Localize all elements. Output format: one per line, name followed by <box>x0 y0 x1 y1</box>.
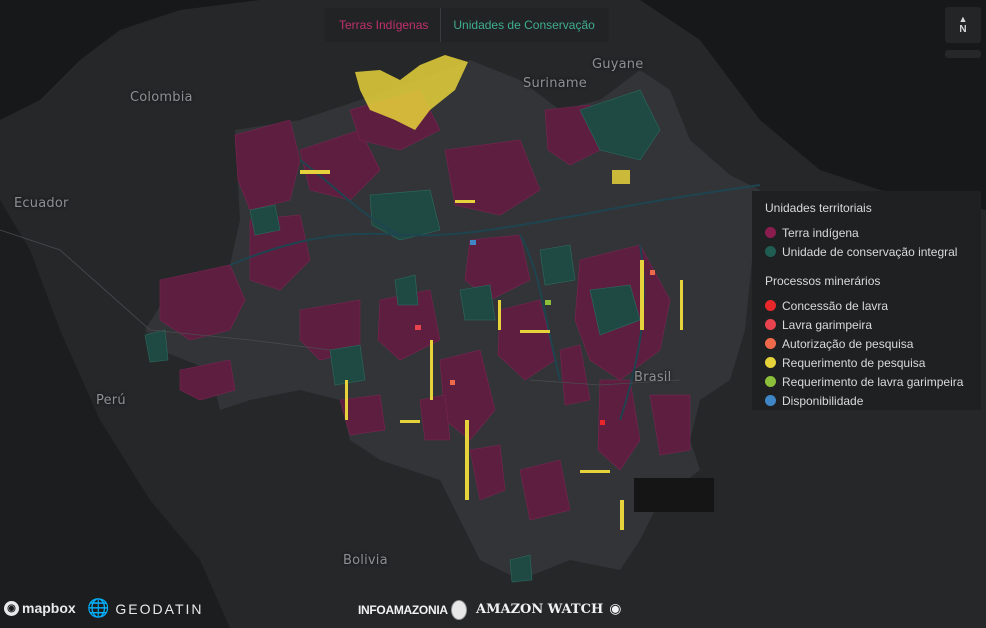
amazonwatch-logo[interactable]: AMAZON WATCH ◉ <box>476 601 621 617</box>
mapbox-icon: ◉ <box>4 600 19 616</box>
legend-label: Disponibilidade <box>782 393 864 408</box>
zoom-control[interactable] <box>945 50 981 58</box>
legend-label: Lavra garimpeira <box>782 317 873 332</box>
legend-item-autorizacao-pesquisa: Autorização de pesquisa <box>765 334 968 353</box>
legend-item-requerimento-pesquisa: Requerimento de pesquisa <box>765 353 968 372</box>
legend-label: Concessão de lavra <box>782 298 889 313</box>
globe-icon: 🌐 <box>87 598 112 618</box>
label-bolivia: Bolivia <box>343 553 388 568</box>
legend-dot <box>765 338 776 349</box>
legend-item-requerimento-lavra-garimpeira: Requerimento de lavra garimpeira <box>765 372 968 391</box>
compass-label: N <box>959 24 967 35</box>
legend-label: Requerimento de pesquisa <box>782 355 926 370</box>
label-colombia: Colombia <box>130 90 193 105</box>
layer-tabs: Terras Indígenas Unidades de Conservação <box>325 8 609 42</box>
legend-item-unidade-conservacao: Unidade de conservação integral <box>765 242 968 261</box>
label-suriname: Suriname <box>523 76 587 91</box>
legend-label: Unidade de conservação integral <box>782 244 958 259</box>
legend-item-disponibilidade: Disponibilidade <box>765 391 968 410</box>
legend-item-lavra-garimpeira: Lavra garimpeira <box>765 315 968 334</box>
label-ecuador: Ecuador <box>14 196 69 211</box>
legend-item-concessao-lavra: Concessão de lavra <box>765 296 968 315</box>
legend-dot <box>765 395 776 406</box>
legend-dot <box>765 246 776 257</box>
label-brasil: Brasil <box>634 370 672 385</box>
label-peru: Perú <box>96 393 126 408</box>
mapbox-logo[interactable]: ◉ mapbox <box>4 600 76 616</box>
geodatin-text: GEODATIN <box>115 600 204 617</box>
mapbox-text: mapbox <box>22 600 76 616</box>
legend-dot <box>765 227 776 238</box>
legend-dot <box>765 357 776 368</box>
redacted-box <box>634 478 714 512</box>
leaf-icon <box>450 600 467 620</box>
infoamazonia-text: INFOAMAZONIA <box>358 603 448 617</box>
legend-dot <box>765 376 776 387</box>
geodatin-logo[interactable]: 🌐 GEODATIN <box>87 598 204 619</box>
north-arrow-icon: ▲ <box>958 14 968 24</box>
tab-unidades-conservacao[interactable]: Unidades de Conservação <box>440 8 596 42</box>
legend-dot <box>765 300 776 311</box>
eye-icon: ◉ <box>609 601 622 617</box>
legend-title-territorial: Unidades territoriais <box>765 201 872 215</box>
legend-label: Terra indígena <box>782 225 859 240</box>
legend-label: Autorização de pesquisa <box>782 336 914 351</box>
amazonwatch-text: AMAZON WATCH <box>476 601 604 617</box>
infoamazonia-logo[interactable]: INFOAMAZONIA <box>358 600 467 620</box>
map-legend: Unidades territoriais Terra indígena Uni… <box>752 191 981 410</box>
label-guyane: Guyane <box>592 57 644 72</box>
legend-item-terra-indigena: Terra indígena <box>765 223 968 242</box>
legend-title-mining: Processos minerários <box>765 274 881 288</box>
legend-label: Requerimento de lavra garimpeira <box>782 374 964 389</box>
tab-terras-indigenas[interactable]: Terras Indígenas <box>337 8 440 42</box>
legend-dot <box>765 319 776 330</box>
compass-button[interactable]: ▲ N <box>945 7 981 43</box>
